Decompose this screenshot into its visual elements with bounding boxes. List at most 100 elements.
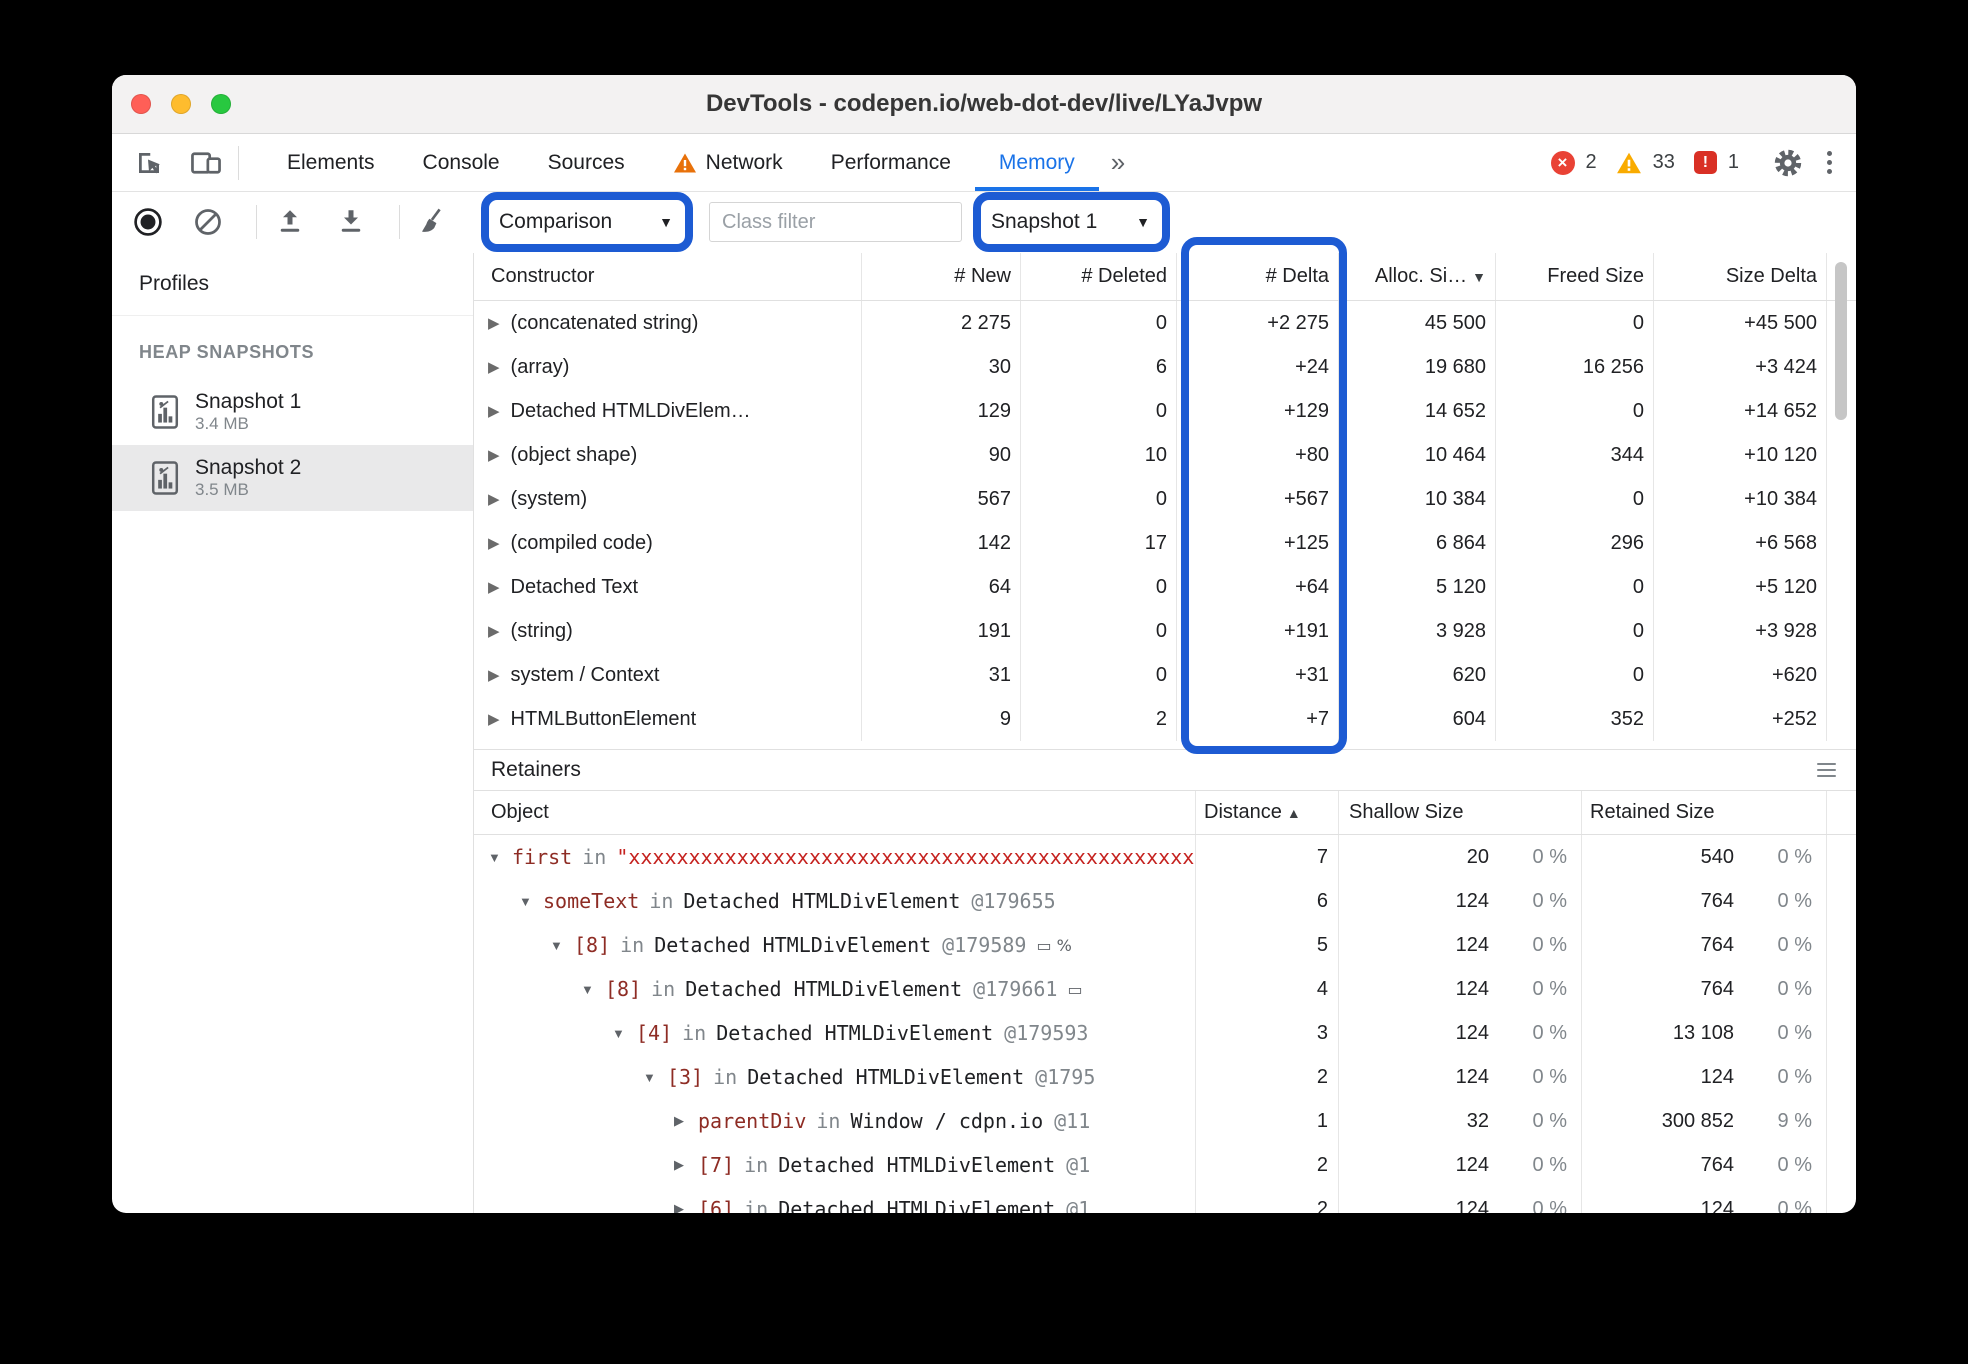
retainer-row[interactable]: ▼ [8] in Detached HTMLDivElement @179589… xyxy=(474,923,1856,967)
heap-table-row[interactable]: ▶ (concatenated string) 2 275 0 +2 275 4… xyxy=(474,301,1856,345)
column-header-shallow-size[interactable]: Shallow Size xyxy=(1338,791,1581,834)
retainer-object-cell: ▼ [8] in Detached HTMLDivElement @179661… xyxy=(474,967,1195,1011)
scrollbar-gutter xyxy=(1826,477,1856,521)
column-header-constructor[interactable]: Constructor xyxy=(474,253,861,300)
heap-table-row[interactable]: ▶ (object shape) 90 10 +80 10 464 344 +1… xyxy=(474,433,1856,477)
tree-arrow-icon[interactable]: ▼ xyxy=(643,1070,667,1085)
error-count[interactable]: 2 xyxy=(1586,151,1597,174)
settings-gear-icon[interactable] xyxy=(1772,147,1804,179)
expand-arrow-icon[interactable]: ▶ xyxy=(488,314,500,332)
retainer-row[interactable]: ▼ someText in Detached HTMLDivElement @1… xyxy=(474,879,1856,923)
issues-count[interactable]: 1 xyxy=(1728,151,1739,174)
retainer-row[interactable]: ▼ [4] in Detached HTMLDivElement @179593… xyxy=(474,1011,1856,1055)
retainer-object-cell: ▼ [4] in Detached HTMLDivElement @179593 xyxy=(474,1011,1195,1055)
tree-arrow-icon[interactable]: ▼ xyxy=(550,938,574,953)
retainer-row[interactable]: ▶ [7] in Detached HTMLDivElement @1 2 12 xyxy=(474,1143,1856,1187)
sidebar-item-snapshot[interactable]: Snapshot 1 3.4 MB xyxy=(112,379,473,445)
collect-garbage-icon[interactable] xyxy=(418,192,450,252)
alloc-size-cell: 3 928 xyxy=(1338,609,1495,653)
column-header-delta[interactable]: # Delta xyxy=(1176,253,1338,300)
column-header-alloc-size[interactable]: Alloc. Si… ▼ xyxy=(1338,253,1495,300)
save-profile-button[interactable] xyxy=(336,192,366,252)
column-header-retained-size[interactable]: Retained Size xyxy=(1581,791,1826,834)
heap-table-row[interactable]: ▶ (compiled code) 142 17 +125 6 864 296 … xyxy=(474,521,1856,565)
new-count-cell: 30 xyxy=(861,345,1020,389)
expand-arrow-icon[interactable]: ▶ xyxy=(488,534,500,552)
tab-console[interactable]: Console xyxy=(399,134,524,191)
retainer-object-cell: ▼ someText in Detached HTMLDivElement @1… xyxy=(474,879,1195,923)
more-options-icon[interactable] xyxy=(1823,147,1836,178)
column-header-freed-size[interactable]: Freed Size xyxy=(1495,253,1653,300)
heap-table-row[interactable]: ▶ Detached HTMLDivElem… 129 0 +129 14 65… xyxy=(474,389,1856,433)
tree-arrow-icon[interactable]: ▼ xyxy=(581,982,605,997)
column-header-distance[interactable]: Distance ▲ xyxy=(1195,791,1338,834)
vertical-scrollbar-thumb[interactable] xyxy=(1835,262,1847,420)
expand-arrow-icon[interactable]: ▶ xyxy=(488,666,500,684)
heap-table-row[interactable]: ▶ system / Context 31 0 +31 620 0 +620 xyxy=(474,653,1856,697)
tree-arrow-icon[interactable]: ▼ xyxy=(488,850,512,865)
tab-elements[interactable]: Elements xyxy=(263,134,399,191)
clear-profiles-button[interactable] xyxy=(193,192,223,252)
expand-arrow-icon[interactable]: ▶ xyxy=(488,490,500,508)
window-title: DevTools - codepen.io/web-dot-dev/live/L… xyxy=(705,90,1263,117)
expand-arrow-icon[interactable]: ▶ xyxy=(488,402,500,420)
retainers-menu-icon[interactable] xyxy=(1817,763,1836,777)
object-id: @179593 xyxy=(1004,1021,1089,1045)
expand-arrow-icon[interactable]: ▶ xyxy=(488,446,500,464)
base-snapshot-select[interactable]: Snapshot 1 ▼ xyxy=(981,210,1162,234)
inspect-element-icon[interactable] xyxy=(134,148,164,178)
warning-count-icon[interactable] xyxy=(1616,151,1642,175)
close-button[interactable] xyxy=(131,94,151,114)
retainer-row[interactable]: ▼ [8] in Detached HTMLDivElement @179661… xyxy=(474,967,1856,1011)
column-header-size-delta[interactable]: Size Delta xyxy=(1653,253,1826,300)
tab-memory[interactable]: Memory xyxy=(975,134,1099,191)
heap-table-row[interactable]: ▶ (string) 191 0 +191 3 928 0 +3 928 xyxy=(474,609,1856,653)
tab-sources[interactable]: Sources xyxy=(524,134,649,191)
minimize-button[interactable] xyxy=(171,94,191,114)
record-heap-snapshot-button[interactable] xyxy=(132,192,164,252)
expand-arrow-icon[interactable]: ▶ xyxy=(488,578,500,596)
heap-table-row[interactable]: ▶ (array) 30 6 +24 19 680 16 256 +3 424 xyxy=(474,345,1856,389)
column-header-object[interactable]: Object xyxy=(474,791,1195,834)
tree-arrow-icon[interactable]: ▼ xyxy=(519,894,543,909)
load-profile-button[interactable] xyxy=(275,192,305,252)
tab-performance[interactable]: Performance xyxy=(807,134,975,191)
column-header-deleted[interactable]: # Deleted xyxy=(1020,253,1176,300)
warning-count[interactable]: 33 xyxy=(1653,151,1675,174)
delta-count-cell: +2 275 xyxy=(1176,301,1338,345)
tree-arrow-icon[interactable]: ▶ xyxy=(674,1201,698,1213)
retainer-row[interactable]: ▼ [3] in Detached HTMLDivElement @1795 2 xyxy=(474,1055,1856,1099)
tree-arrow-icon[interactable]: ▶ xyxy=(674,1113,698,1129)
error-count-icon[interactable]: × xyxy=(1550,150,1575,175)
retainer-row[interactable]: ▼ first in "xxxxxxxxxxxxxxxxxxxxxxxxxxxx… xyxy=(474,835,1856,879)
constructor-name: system / Context xyxy=(510,663,660,686)
sort-desc-icon: ▼ xyxy=(1472,268,1486,285)
zoom-button[interactable] xyxy=(211,94,231,114)
perspective-select[interactable]: Comparison ▼ xyxy=(489,210,685,234)
sidebar-item-snapshot[interactable]: Snapshot 2 3.5 MB xyxy=(112,445,473,511)
retainer-row[interactable]: ▶ parentDiv in Window / cdpn.io @11 1 32 xyxy=(474,1099,1856,1143)
retainers-table-body: ▼ first in "xxxxxxxxxxxxxxxxxxxxxxxxxxxx… xyxy=(474,835,1856,1213)
class-filter-input[interactable] xyxy=(709,202,962,242)
device-toolbar-icon[interactable] xyxy=(190,148,222,178)
expand-arrow-icon[interactable]: ▶ xyxy=(488,622,500,640)
expand-arrow-icon[interactable]: ▶ xyxy=(488,358,500,376)
tab-network[interactable]: Network xyxy=(649,134,807,191)
chevron-down-icon: ▼ xyxy=(1136,214,1150,230)
expand-arrow-icon[interactable]: ▶ xyxy=(488,710,500,728)
heap-table-row[interactable]: ▶ (system) 567 0 +567 10 384 0 +10 384 xyxy=(474,477,1856,521)
scrollbar-gutter xyxy=(1826,565,1856,609)
heap-table-row[interactable]: ▶ HTMLButtonElement 9 2 +7 604 352 +252 xyxy=(474,697,1856,741)
distance-cell: 7 xyxy=(1195,835,1338,879)
column-header-new[interactable]: # New xyxy=(861,253,1020,300)
shallow-size-cell: 124 0 % xyxy=(1338,1143,1581,1187)
size-delta-cell: +252 xyxy=(1653,697,1826,741)
tree-arrow-icon[interactable]: ▶ xyxy=(674,1157,698,1173)
snapshot-name: Snapshot 2 xyxy=(195,455,302,479)
tree-arrow-icon[interactable]: ▼ xyxy=(612,1026,636,1041)
deleted-count-cell: 17 xyxy=(1020,521,1176,565)
issues-badge-icon[interactable]: ! xyxy=(1693,151,1717,174)
retainer-row[interactable]: ▶ [6] in Detached HTMLDivElement @1 2 12 xyxy=(474,1187,1856,1213)
more-tabs-button[interactable]: » xyxy=(1099,134,1137,191)
heap-table-row[interactable]: ▶ Detached Text 64 0 +64 5 120 0 +5 120 xyxy=(474,565,1856,609)
